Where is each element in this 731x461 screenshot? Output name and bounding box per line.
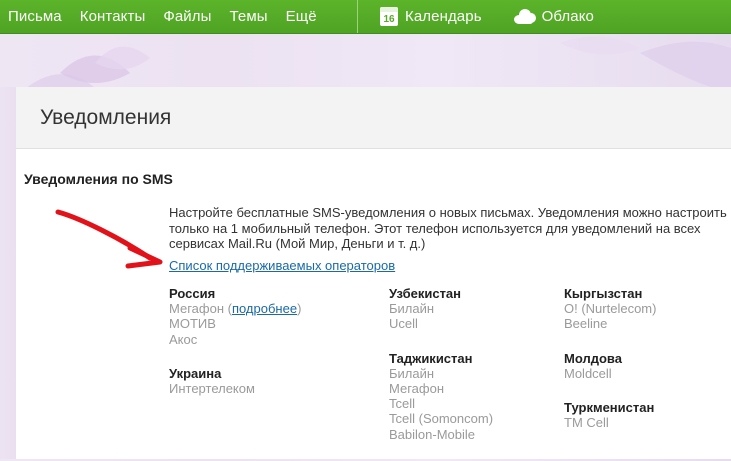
cloud-icon[interactable] bbox=[513, 9, 536, 24]
page-title: Уведомления bbox=[40, 106, 172, 129]
nav-item-more[interactable]: Ещё bbox=[286, 8, 317, 25]
country-group-turkmenistan: Туркменистан TM Cell bbox=[564, 400, 656, 430]
country-name: Кыргызстан bbox=[564, 286, 643, 301]
nav-divider bbox=[357, 0, 358, 33]
operator-item: Ucell bbox=[389, 316, 418, 332]
country-name: Молдова bbox=[564, 350, 622, 366]
panel-header: Уведомления bbox=[16, 87, 731, 149]
paren-open: ( bbox=[224, 301, 232, 317]
operator-item: Мегафон (подробнее) bbox=[169, 301, 301, 316]
operator-item: Билайн bbox=[389, 301, 435, 317]
country-group-moldova: Молдова Moldcell bbox=[564, 351, 656, 381]
left-background-strip bbox=[0, 87, 16, 459]
operator-item: Babilon-Mobile bbox=[389, 426, 475, 442]
more-details-link[interactable]: подробнее bbox=[232, 301, 297, 316]
top-nav-left: Письма Контакты Файлы Темы Ещё bbox=[8, 0, 317, 33]
nav-item-files[interactable]: Файлы bbox=[163, 8, 211, 25]
operator-item: Акос bbox=[169, 331, 198, 347]
country-group-uzbekistan: Узбекистан Билайн Ucell bbox=[389, 286, 493, 332]
country-name: Россия bbox=[169, 286, 216, 301]
operator-item: Beeline bbox=[564, 316, 608, 332]
operator-item: O! (Nurtelecom) bbox=[564, 301, 657, 317]
operators-column-2: Узбекистан Билайн Ucell Таджикистан Била… bbox=[389, 286, 493, 461]
sms-description: Настройте бесплатные SMS-уведомления о н… bbox=[169, 205, 727, 251]
operator-item: Билайн bbox=[389, 365, 435, 381]
country-group-kyrgyzstan: Кыргызстан O! (Nurtelecom) Beeline bbox=[564, 286, 656, 332]
operator-item: Tcell bbox=[389, 396, 416, 412]
operator-item: Мегафон bbox=[389, 381, 444, 397]
nav-item-themes[interactable]: Темы bbox=[230, 8, 268, 25]
operator-item: TM Cell bbox=[564, 415, 609, 431]
nav-item-letters[interactable]: Письма bbox=[8, 8, 62, 25]
operator-item: Интертелеком bbox=[169, 381, 255, 397]
country-name: Таджикистан bbox=[389, 350, 473, 366]
country-group-tajikistan: Таджикистан Билайн Мегафон Tcell Tcell (… bbox=[389, 351, 493, 442]
operators-column-1: Россия Мегафон (подробнее) МОТИВ Акос Ук… bbox=[169, 286, 301, 415]
paren-close: ) bbox=[297, 301, 302, 317]
country-name: Украина bbox=[169, 365, 222, 381]
calendar-day: 16 bbox=[383, 14, 395, 25]
calendar-icon[interactable]: 16 bbox=[380, 7, 398, 26]
operator-megafon: Мегафон bbox=[169, 301, 224, 317]
nav-item-contacts[interactable]: Контакты bbox=[80, 8, 146, 25]
operator-item: Moldcell bbox=[564, 365, 612, 381]
operator-item: МОТИВ bbox=[169, 316, 216, 332]
country-name: Туркменистан bbox=[564, 400, 655, 416]
operators-column-3: Кыргызстан O! (Nurtelecom) Beeline Молдо… bbox=[564, 286, 656, 449]
country-name: Узбекистан bbox=[389, 286, 462, 301]
operator-item: Tcell (Somoncom) bbox=[389, 411, 494, 427]
top-nav-right: 16 Календарь Облако bbox=[380, 0, 594, 33]
top-nav-bar: Письма Контакты Файлы Темы Ещё 16 Календ… bbox=[0, 0, 731, 34]
country-group-ukraine: Украина Интертелеком bbox=[169, 366, 301, 396]
notifications-panel: Уведомления Уведомления по SMS Настройте… bbox=[16, 87, 731, 459]
sms-section-title: Уведомления по SMS bbox=[24, 171, 173, 187]
country-group-russia: Россия Мегафон (подробнее) МОТИВ Акос bbox=[169, 286, 301, 347]
supported-operators-link[interactable]: Список поддерживаемых операторов bbox=[169, 258, 395, 273]
nav-item-calendar[interactable]: Календарь bbox=[405, 8, 482, 25]
nav-item-cloud[interactable]: Облако bbox=[542, 8, 594, 25]
